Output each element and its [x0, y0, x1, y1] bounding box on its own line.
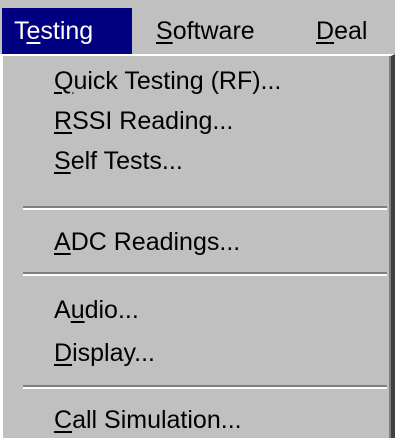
menu-item-accelerator: A — [54, 228, 71, 256]
menu-software[interactable]: Software — [146, 8, 267, 54]
menu-item-accelerator: R — [54, 107, 73, 135]
menu-item-label-post: all Simulation... — [72, 406, 242, 434]
menu-item-adc-readings[interactable]: ADC Readings... — [54, 222, 240, 262]
menu-item-label-post: isplay... — [72, 339, 155, 367]
menu-item-call-simulation[interactable]: Call Simulation... — [54, 400, 242, 440]
menu-testing-accelerator: e — [26, 17, 41, 45]
menu-item-display[interactable]: Display... — [54, 333, 155, 373]
menu-separator — [23, 272, 387, 276]
menu-item-label-post: uick Testing (RF)... — [73, 67, 282, 95]
menu-software-label-post: oftware — [172, 17, 255, 45]
menu-deal-label-post: eal — [334, 17, 368, 45]
menu-bar: Testing Software Deal — [0, 0, 395, 55]
menu-item-audio[interactable]: Audio... — [54, 290, 139, 330]
menu-item-label-pre: A — [54, 296, 71, 324]
menu-testing[interactable]: Testing — [2, 8, 132, 54]
menu-item-accelerator: D — [54, 339, 73, 367]
menu-software-accelerator: S — [156, 17, 173, 45]
menu-testing-label-post: sting — [40, 17, 94, 45]
testing-dropdown-menu: Quick Testing (RF)... RSSI Reading... Se… — [0, 54, 395, 438]
menu-item-self-tests[interactable]: Self Tests... — [54, 141, 183, 181]
menu-separator — [23, 206, 387, 210]
menu-item-label-post: elf Tests... — [70, 147, 183, 175]
menu-item-label-post: dio... — [84, 296, 139, 324]
menu-testing-label-pre: T — [14, 17, 27, 45]
menu-item-accelerator: S — [54, 147, 71, 175]
menu-deal-accelerator: D — [316, 17, 335, 45]
menu-item-accelerator: Q — [54, 67, 74, 95]
menu-separator — [23, 385, 387, 389]
menu-item-label-post: SSI Reading... — [72, 107, 234, 135]
menu-item-accelerator: u — [70, 296, 85, 324]
menu-item-rssi-reading[interactable]: RSSI Reading... — [54, 101, 233, 141]
menu-deal[interactable]: Deal — [306, 8, 379, 54]
menu-item-quick-testing[interactable]: Quick Testing (RF)... — [54, 61, 281, 101]
menu-item-label-post: DC Readings... — [70, 228, 241, 256]
menu-item-accelerator: C — [54, 406, 73, 434]
